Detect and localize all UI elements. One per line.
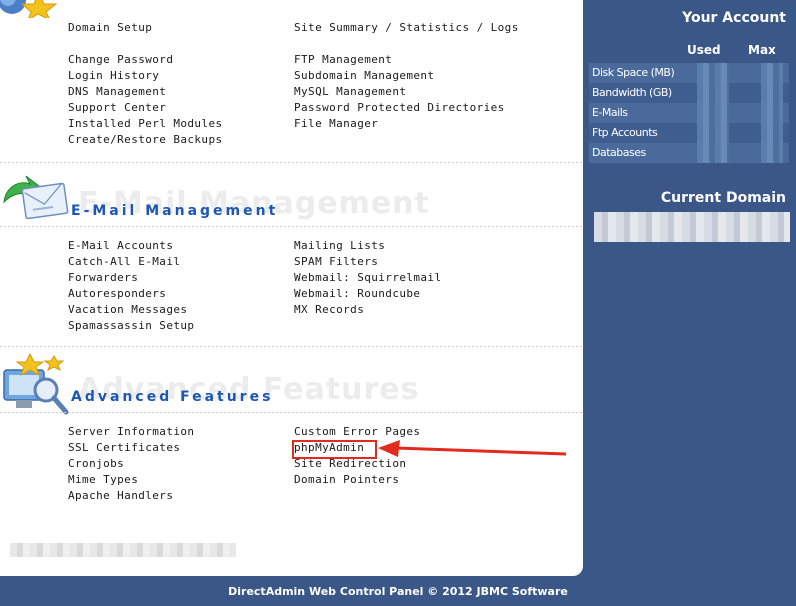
usage-row: E-Mails	[589, 103, 789, 123]
globe-star-icon	[0, 0, 58, 18]
section-divider	[0, 412, 583, 413]
nav-link-server-information[interactable]: Server Information	[68, 425, 194, 439]
usage-row-label: Databases	[592, 146, 646, 159]
usage-row-label: E-Mails	[592, 106, 628, 119]
footer-text: DirectAdmin Web Control Panel © 2012 JBM…	[228, 585, 568, 598]
nav-link-mailing-lists[interactable]: Mailing Lists	[294, 239, 385, 253]
current-domain-value[interactable]	[594, 212, 790, 242]
usage-row: Ftp Accounts	[589, 123, 789, 143]
usage-used-value	[697, 143, 729, 163]
usage-table: Disk Space (MB) Bandwidth (GB) E-Mails Ftp …	[589, 63, 789, 163]
email-section-title: E-Mail Management	[71, 203, 279, 219]
usage-max-value	[761, 103, 783, 123]
nav-link-apache-handlers[interactable]: Apache Handlers	[68, 489, 173, 503]
your-account-title: Your Account	[682, 10, 786, 26]
section-divider	[0, 226, 583, 227]
usage-row: Bandwidth (GB)	[589, 83, 789, 103]
nav-link-spam-filters[interactable]: SPAM Filters	[294, 255, 378, 269]
usage-row-label: Disk Space (MB)	[592, 66, 675, 79]
nav-link-site-summary-statistics-logs[interactable]: Site Summary / Statistics / Logs	[294, 21, 519, 35]
red-arrow-icon	[378, 440, 567, 457]
nav-link-custom-error-pages[interactable]: Custom Error Pages	[294, 425, 420, 439]
nav-link-domain-setup[interactable]: Domain Setup	[68, 21, 152, 35]
phpmyadmin-highlight-box	[292, 440, 377, 459]
nav-link-autoresponders[interactable]: Autoresponders	[68, 287, 166, 301]
usage-row: Disk Space (MB)	[589, 63, 789, 83]
usage-max-value	[761, 83, 783, 103]
nav-link-mx-records[interactable]: MX Records	[294, 303, 364, 317]
advanced-section-title: Advanced Features	[71, 389, 274, 405]
main-panel: Domain Setup Change Password Login History…	[0, 0, 583, 576]
nav-link-mysql-management[interactable]: MySQL Management	[294, 85, 406, 99]
nav-link-spamassassin-setup[interactable]: Spamassassin Setup	[68, 319, 194, 333]
advanced-tools-icon	[3, 352, 69, 415]
nav-link-subdomain-management[interactable]: Subdomain Management	[294, 69, 434, 83]
nav-link-domain-pointers[interactable]: Domain Pointers	[294, 473, 399, 487]
used-column-header: Used	[687, 43, 721, 57]
usage-row-label: Ftp Accounts	[592, 126, 658, 139]
nav-link-cronjobs[interactable]: Cronjobs	[68, 457, 124, 471]
nav-link-support-center[interactable]: Support Center	[68, 101, 166, 115]
nav-link-vacation-messages[interactable]: Vacation Messages	[68, 303, 187, 317]
usage-used-value	[697, 83, 729, 103]
blurred-status-text	[10, 543, 236, 557]
nav-link-mime-types[interactable]: Mime Types	[68, 473, 138, 487]
nav-link-ftp-management[interactable]: FTP Management	[294, 53, 392, 67]
section-divider	[0, 346, 583, 347]
nav-link-e-mail-accounts[interactable]: E-Mail Accounts	[68, 239, 173, 253]
nav-link-create-restore-backups[interactable]: Create/Restore Backups	[68, 133, 223, 147]
nav-link-dns-management[interactable]: DNS Management	[68, 85, 166, 99]
nav-link-change-password[interactable]: Change Password	[68, 53, 173, 67]
nav-link-forwarders[interactable]: Forwarders	[68, 271, 138, 285]
nav-link-webmail-squirrelmail[interactable]: Webmail: Squirrelmail	[294, 271, 441, 285]
footer: DirectAdmin Web Control Panel © 2012 JBM…	[0, 583, 796, 601]
nav-link-catch-all-e-mail[interactable]: Catch-All E-Mail	[68, 255, 180, 269]
usage-used-value	[697, 103, 729, 123]
envelope-icon	[3, 175, 69, 220]
usage-row-label: Bandwidth (GB)	[592, 86, 672, 99]
usage-max-value	[761, 143, 783, 163]
usage-used-value	[697, 63, 729, 83]
usage-row: Databases	[589, 143, 789, 163]
nav-link-webmail-roundcube[interactable]: Webmail: Roundcube	[294, 287, 420, 301]
usage-max-value	[761, 123, 783, 143]
section-divider	[0, 162, 583, 163]
nav-link-installed-perl-modules[interactable]: Installed Perl Modules	[68, 117, 223, 131]
nav-link-login-history[interactable]: Login History	[68, 69, 159, 83]
usage-max-value	[761, 63, 783, 83]
current-domain-title: Current Domain	[660, 190, 786, 206]
usage-used-value	[697, 123, 729, 143]
nav-link-password-protected-directories[interactable]: Password Protected Directories	[294, 101, 505, 115]
max-column-header: Max	[748, 43, 776, 57]
nav-link-ssl-certificates[interactable]: SSL Certificates	[68, 441, 180, 455]
nav-link-file-manager[interactable]: File Manager	[294, 117, 378, 131]
